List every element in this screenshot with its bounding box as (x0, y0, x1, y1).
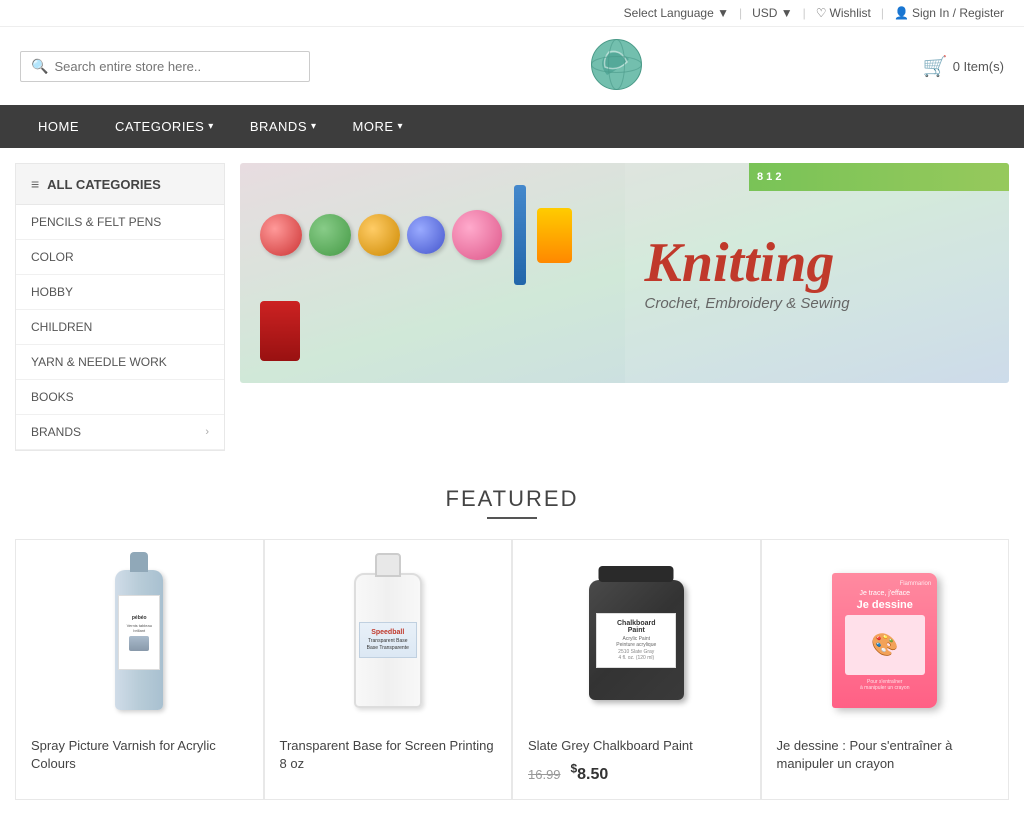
products-grid: pébéo Vernis tableaubrillant Spray Pictu… (15, 539, 1009, 800)
product-image-spray-varnish: pébéo Vernis tableaubrillant (31, 555, 248, 725)
more-chevron-icon: ▾ (398, 121, 404, 132)
zipper (514, 185, 526, 285)
nav-brands-label: BRANDS (250, 119, 307, 134)
sidebar-books-label: BOOKS (31, 390, 74, 404)
featured-underline (487, 517, 537, 519)
user-icon: 👤 (894, 6, 909, 20)
sidebar-item-pencils[interactable]: PENCILS & FELT PENS (16, 205, 224, 240)
yarn-ball-pink (452, 210, 502, 260)
logo[interactable] (589, 37, 644, 95)
search-icon: 🔍 (31, 58, 48, 75)
product-image-transparent-base: Speedball Transparent BaseBase Transpare… (280, 555, 497, 725)
top-bar: Select Language ▼ | USD ▼ | ♡ Wishlist |… (0, 0, 1024, 27)
sidebar-item-yarn[interactable]: YARN & NEEDLE WORK (16, 345, 224, 380)
header: 🔍 🛒 0 Item(s) (0, 27, 1024, 105)
nav-categories[interactable]: CATEGORIES ▾ (97, 105, 232, 148)
red-container (260, 301, 300, 361)
banner-subtitle: Crochet, Embroidery & Sewing (645, 295, 990, 312)
yarn-ball-green (309, 214, 351, 256)
sidebar-yarn-label: YARN & NEEDLE WORK (31, 355, 167, 369)
language-selector[interactable]: Select Language ▼ (624, 6, 729, 20)
nav-home[interactable]: HOME (20, 105, 97, 148)
featured-section: FEATURED pébéo Vernis tableaubrillant Sp (0, 466, 1024, 820)
sidebar-item-color[interactable]: COLOR (16, 240, 224, 275)
product-card-je-dessine[interactable]: Flammarion Je trace, j'efface Je dessine… (761, 539, 1010, 800)
brands-arrow-icon: › (205, 426, 209, 438)
original-price-chalkboard: 16.99 (528, 767, 561, 782)
menu-icon: ≡ (31, 176, 39, 192)
wishlist-link[interactable]: ♡ Wishlist (816, 6, 871, 20)
hero-banner: 8 1 2 Knitting Crochet, Embroidery & Sew… (240, 163, 1009, 383)
sidebar-title: ≡ ALL CATEGORIES (16, 164, 224, 205)
yarn-ball-red (260, 214, 302, 256)
search-bar[interactable]: 🔍 (20, 51, 310, 82)
sidebar-item-children[interactable]: CHILDREN (16, 310, 224, 345)
product-card-transparent-base[interactable]: Speedball Transparent BaseBase Transpare… (264, 539, 513, 800)
nav-categories-label: CATEGORIES (115, 119, 204, 134)
divider-2: | (803, 6, 806, 20)
sidebar: ≡ ALL CATEGORIES PENCILS & FELT PENS COL… (15, 163, 225, 451)
sidebar-title-text: ALL CATEGORIES (47, 177, 161, 192)
search-input[interactable] (54, 59, 294, 74)
cart-area[interactable]: 🛒 0 Item(s) (923, 54, 1004, 79)
sidebar-item-hobby[interactable]: HOBBY (16, 275, 224, 310)
signin-label: Sign In / Register (912, 6, 1004, 20)
nav-brands[interactable]: BRANDS ▾ (232, 105, 335, 148)
cart-icon: 🛒 (923, 54, 948, 79)
product-card-chalkboard[interactable]: ChalkboardPaint Acrylic PaintPeinture ac… (512, 539, 761, 800)
nav-more-label: MORE (353, 119, 394, 134)
currency-selector[interactable]: USD ▼ (752, 6, 793, 20)
product-image-chalkboard: ChalkboardPaint Acrylic PaintPeinture ac… (528, 555, 745, 725)
logo-icon (589, 37, 644, 92)
product-name-chalkboard: Slate Grey Chalkboard Paint (528, 737, 745, 755)
brands-chevron-icon: ▾ (311, 121, 317, 132)
banner-title: Knitting (645, 235, 990, 291)
sidebar-hobby-label: HOBBY (31, 285, 73, 299)
sale-price-chalkboard: $8.50 (570, 766, 608, 783)
sidebar-color-label: COLOR (31, 250, 74, 264)
nav-bar: HOME CATEGORIES ▾ BRANDS ▾ MORE ▾ (0, 105, 1024, 148)
wishlist-label: Wishlist (830, 6, 871, 20)
product-card-spray-varnish[interactable]: pébéo Vernis tableaubrillant Spray Pictu… (15, 539, 264, 800)
categories-chevron-icon: ▾ (208, 121, 214, 132)
sidebar-pencils-label: PENCILS & FELT PENS (31, 215, 161, 229)
ribbon-spool (537, 208, 572, 263)
divider-1: | (739, 6, 742, 20)
yarn-ball-blue (407, 216, 445, 254)
banner-products-area (250, 171, 619, 375)
yarn-ball-yellow (358, 214, 400, 256)
banner-container: 8 1 2 Knitting Crochet, Embroidery & Sew… (240, 163, 1009, 451)
sidebar-item-books[interactable]: BOOKS (16, 380, 224, 415)
sidebar-item-brands[interactable]: BRANDS › (16, 415, 224, 450)
main-content: ≡ ALL CATEGORIES PENCILS & FELT PENS COL… (0, 148, 1024, 466)
dollar-sign: $ (570, 761, 577, 775)
sidebar-brands-label: BRANDS (31, 425, 81, 439)
signin-link[interactable]: 👤 Sign In / Register (894, 6, 1004, 20)
product-pricing-chalkboard: 16.99 $8.50 (528, 761, 745, 783)
product-image-je-dessine: Flammarion Je trace, j'efface Je dessine… (777, 555, 994, 725)
heart-icon: ♡ (816, 6, 827, 20)
featured-title: FEATURED (15, 486, 1009, 512)
nav-more[interactable]: MORE ▾ (335, 105, 422, 148)
sidebar-children-label: CHILDREN (31, 320, 92, 334)
divider-3: | (881, 6, 884, 20)
cart-label: 0 Item(s) (953, 59, 1004, 74)
banner-text-overlay: Knitting Crochet, Embroidery & Sewing (625, 163, 1010, 383)
